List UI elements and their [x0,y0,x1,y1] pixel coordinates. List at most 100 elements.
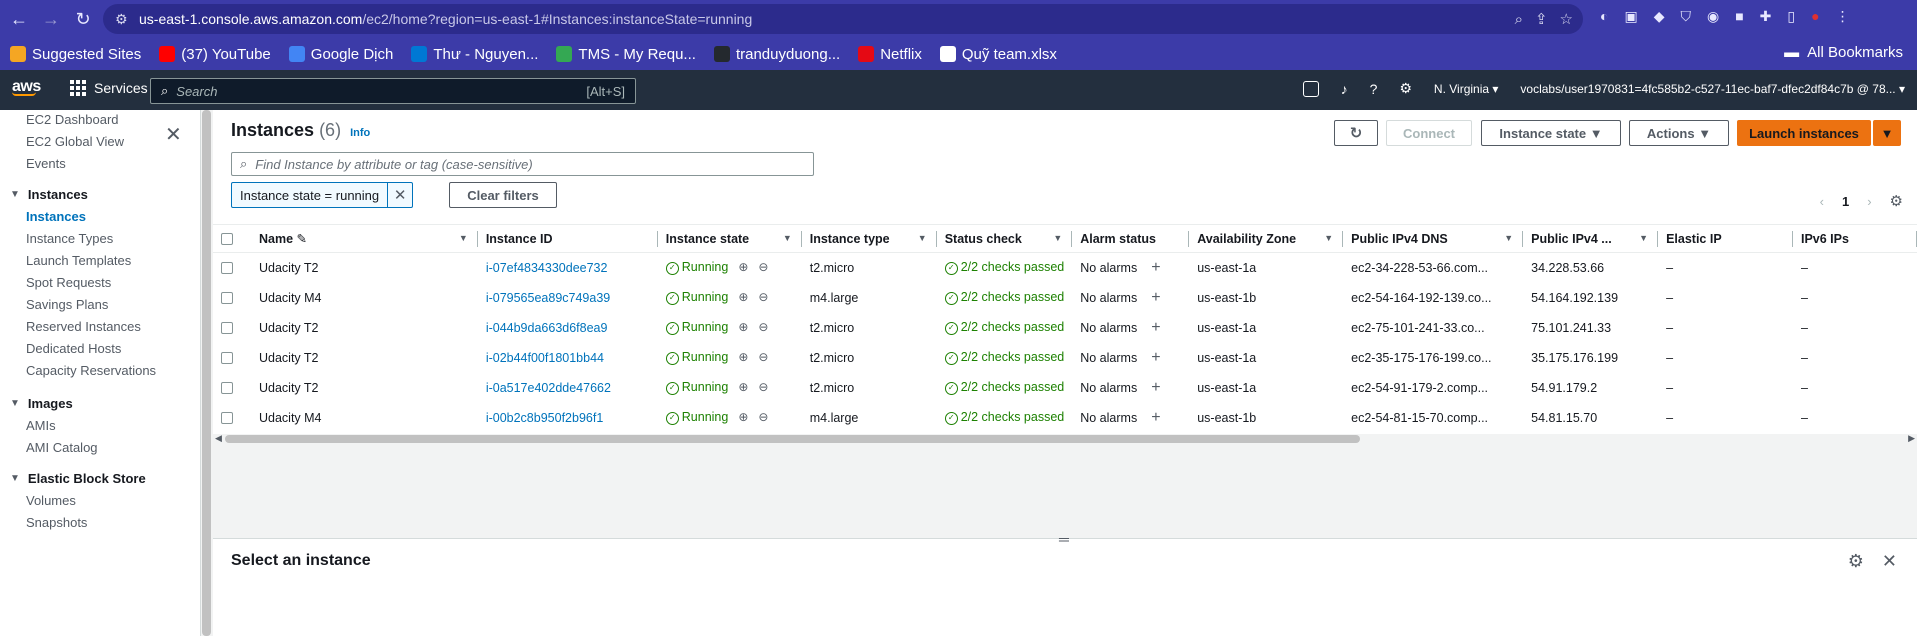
filter-token[interactable]: Instance state = running ✕ [231,182,414,208]
instance-search-input[interactable]: ⌕ Find Instance by attribute or tag (cas… [231,152,814,176]
zoom-out-icon[interactable]: ⊖ [758,320,768,334]
zoom-out-icon[interactable]: ⊖ [758,410,768,424]
gear-icon[interactable]: ⚙ [1848,551,1864,572]
column-header[interactable]: Instance state ▼ [657,224,802,253]
bookmark-item[interactable]: Thư - Nguyen... [411,46,538,63]
column-header[interactable]: Instance ID [477,224,658,253]
sidebar-item[interactable]: EC2 Global View [26,134,124,149]
table-cell[interactable]: i-07ef4834330dee732 [477,252,658,283]
sort-icon[interactable]: ▼ [459,233,468,243]
zoom-in-icon[interactable]: ⊕ [738,290,748,304]
select-all-checkbox[interactable] [221,233,233,246]
sidebar-item[interactable]: Launch Templates [26,253,131,268]
prev-page-icon[interactable]: ‹ [1820,194,1824,209]
zoom-icon[interactable]: ⌕ [1515,11,1523,28]
table-row[interactable]: Udacity T2 i-044b9da663d6f8ea9 ✓ Running ⊕ ⊖ t… [213,312,1917,343]
column-header[interactable]: Alarm status [1072,224,1190,253]
row-checkbox[interactable] [221,382,233,395]
zoom-in-icon[interactable]: ⊕ [738,320,748,334]
services-menu[interactable]: Services [70,80,148,96]
page-number[interactable]: 1 [1842,194,1849,209]
sidebar-item[interactable]: Volumes [26,493,76,508]
extension-icon[interactable]: ◉ [1707,8,1719,25]
gear-icon[interactable]: ⚙ [1399,80,1412,97]
sidebar-scroll-thumb[interactable] [202,110,211,636]
aws-search-input[interactable]: ⌕ Search [Alt+S] [150,78,636,104]
all-bookmarks[interactable]: ▬ All Bookmarks [1784,44,1903,61]
drag-handle-icon[interactable]: ═ [1059,531,1069,547]
actions-button[interactable]: Actions ▼ [1629,120,1729,146]
instance-id-link[interactable]: i-00b2c8b950f2b96f1 [486,411,603,425]
table-scroll-thumb[interactable] [225,435,1360,443]
sidebar-item[interactable]: Savings Plans [26,297,108,312]
cloudshell-icon[interactable] [1302,80,1319,97]
shield-icon[interactable]: ⛉ [1680,8,1691,25]
column-header[interactable]: Availability Zone ▼ [1189,224,1344,253]
sidebar-section-header[interactable]: ▼ Elastic Block Store [10,471,146,486]
table-cell[interactable]: i-0a517e402dde47662 [477,372,658,403]
bookmark-item[interactable]: Suggested Sites [10,46,141,63]
puzzle-icon[interactable]: ✚ [1760,8,1772,25]
column-header[interactable]: Status check ▼ [936,224,1073,253]
sort-icon[interactable]: ▼ [1324,233,1333,243]
table-row[interactable]: Udacity M4 i-079565ea89c749a39 ✓ Running ⊕ ⊖ m… [213,282,1917,313]
bookmark-star-icon[interactable]: ☆ [1560,10,1573,28]
table-row[interactable]: Udacity T2 i-02b44f00f1801bb44 ✓ Running ⊕ ⊖ t… [213,342,1917,373]
scroll-right-icon[interactable]: ▶ [1908,433,1915,444]
sort-icon[interactable]: ▼ [918,233,927,243]
column-header[interactable]: Name ✎ ▼ [250,224,478,253]
zoom-in-icon[interactable]: ⊕ [738,260,748,274]
table-cell[interactable]: i-079565ea89c749a39 [477,282,658,313]
aws-logo[interactable]: aws [12,78,41,96]
zoom-in-icon[interactable]: ⊕ [738,410,748,424]
zoom-out-icon[interactable]: ⊖ [758,290,768,304]
add-alarm-icon[interactable]: + [1151,259,1160,276]
side-panel-icon[interactable]: ▯ [1787,8,1795,25]
sidebar-item[interactable]: EC2 Dashboard [26,112,119,127]
add-alarm-icon[interactable]: + [1151,379,1160,396]
connect-button[interactable]: Connect [1386,120,1472,146]
sidebar-item[interactable]: Events [26,156,66,171]
sidebar-item[interactable]: Snapshots [26,515,87,530]
remove-filter-icon[interactable]: ✕ [388,183,412,207]
launch-instances-button[interactable]: Launch instances [1737,120,1871,146]
column-header[interactable]: Elastic IP [1658,224,1793,253]
row-checkbox[interactable] [221,262,233,275]
clear-filters-button[interactable]: Clear filters [449,182,557,208]
help-icon[interactable]: ? [1370,81,1378,97]
table-row[interactable]: Udacity T2 i-0a517e402dde47662 ✓ Running ⊕ ⊖ t… [213,372,1917,403]
table-horizontal-scrollbar[interactable]: ◀ ▶ [213,433,1917,444]
close-icon[interactable]: ✕ [165,122,182,147]
instance-id-link[interactable]: i-0a517e402dde47662 [486,381,611,395]
scroll-left-icon[interactable]: ◀ [215,433,222,444]
reload-icon[interactable]: ↻ [68,4,98,34]
sidebar-item[interactable]: Spot Requests [26,275,111,290]
row-checkbox[interactable] [221,292,233,305]
column-header[interactable]: IPv6 IPs [1793,224,1917,253]
extension-icon[interactable]: ◆ [1654,8,1665,25]
add-alarm-icon[interactable]: + [1151,289,1160,306]
row-checkbox[interactable] [221,352,233,365]
add-alarm-icon[interactable]: + [1151,349,1160,366]
bookmark-item[interactable]: tranduyduong... [713,46,840,63]
table-row[interactable]: Udacity M4 i-00b2c8b950f2b96f1 ✓ Running ⊕ ⊖ m… [213,402,1917,433]
table-cell[interactable]: i-00b2c8b950f2b96f1 [477,402,658,433]
bookmark-item[interactable]: Quỹ team.xlsx [939,46,1057,63]
menu-icon[interactable]: ⋮ [1836,8,1850,25]
row-checkbox[interactable] [221,322,233,335]
zoom-in-icon[interactable]: ⊕ [738,350,748,364]
zoom-out-icon[interactable]: ⊖ [758,350,768,364]
sidebar-item[interactable]: Dedicated Hosts [26,341,121,356]
bookmark-item[interactable]: Netflix [858,46,922,63]
table-row[interactable]: Udacity T2 i-07ef4834330dee732 ✓ Running ⊕ ⊖ t… [213,252,1917,283]
avatar[interactable]: ● [1811,8,1819,25]
sidebar-item[interactable]: Instances [26,209,86,224]
instance-state-button[interactable]: Instance state ▼ [1481,120,1621,146]
refresh-button[interactable]: ↻ [1334,120,1378,146]
table-cell[interactable]: i-044b9da663d6f8ea9 [477,312,658,343]
sidebar-item[interactable]: Instance Types [26,231,113,246]
extension-icon[interactable]: ■ [1735,8,1743,25]
zoom-out-icon[interactable]: ⊖ [758,260,768,274]
bell-icon[interactable]: ♪ [1341,81,1348,97]
sort-icon[interactable]: ▼ [1639,233,1648,243]
